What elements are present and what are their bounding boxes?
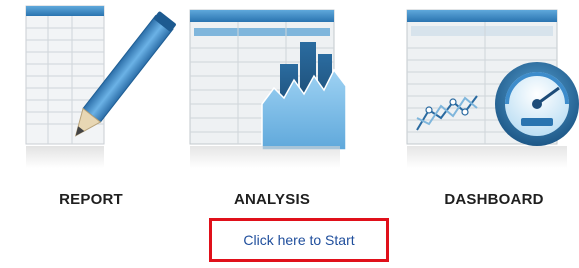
click-here-to-start-link[interactable]: Click here to Start <box>243 232 354 248</box>
dashboard-gauge-icon <box>406 9 579 168</box>
tile-report[interactable]: REPORT <box>0 0 190 230</box>
start-highlight-box: Click here to Start <box>209 218 389 262</box>
report-pencil-icon <box>25 5 176 168</box>
tile-label-analysis: ANALYSIS <box>233 191 311 208</box>
tile-label-report: REPORT <box>59 191 123 208</box>
tile-label-dashboard: DASHBOARD <box>444 191 544 208</box>
analysis-chart-icon <box>189 9 347 168</box>
tile-analysis[interactable]: ANALYSIS <box>180 0 370 230</box>
tile-dashboard[interactable]: DASHBOARD <box>389 0 579 230</box>
